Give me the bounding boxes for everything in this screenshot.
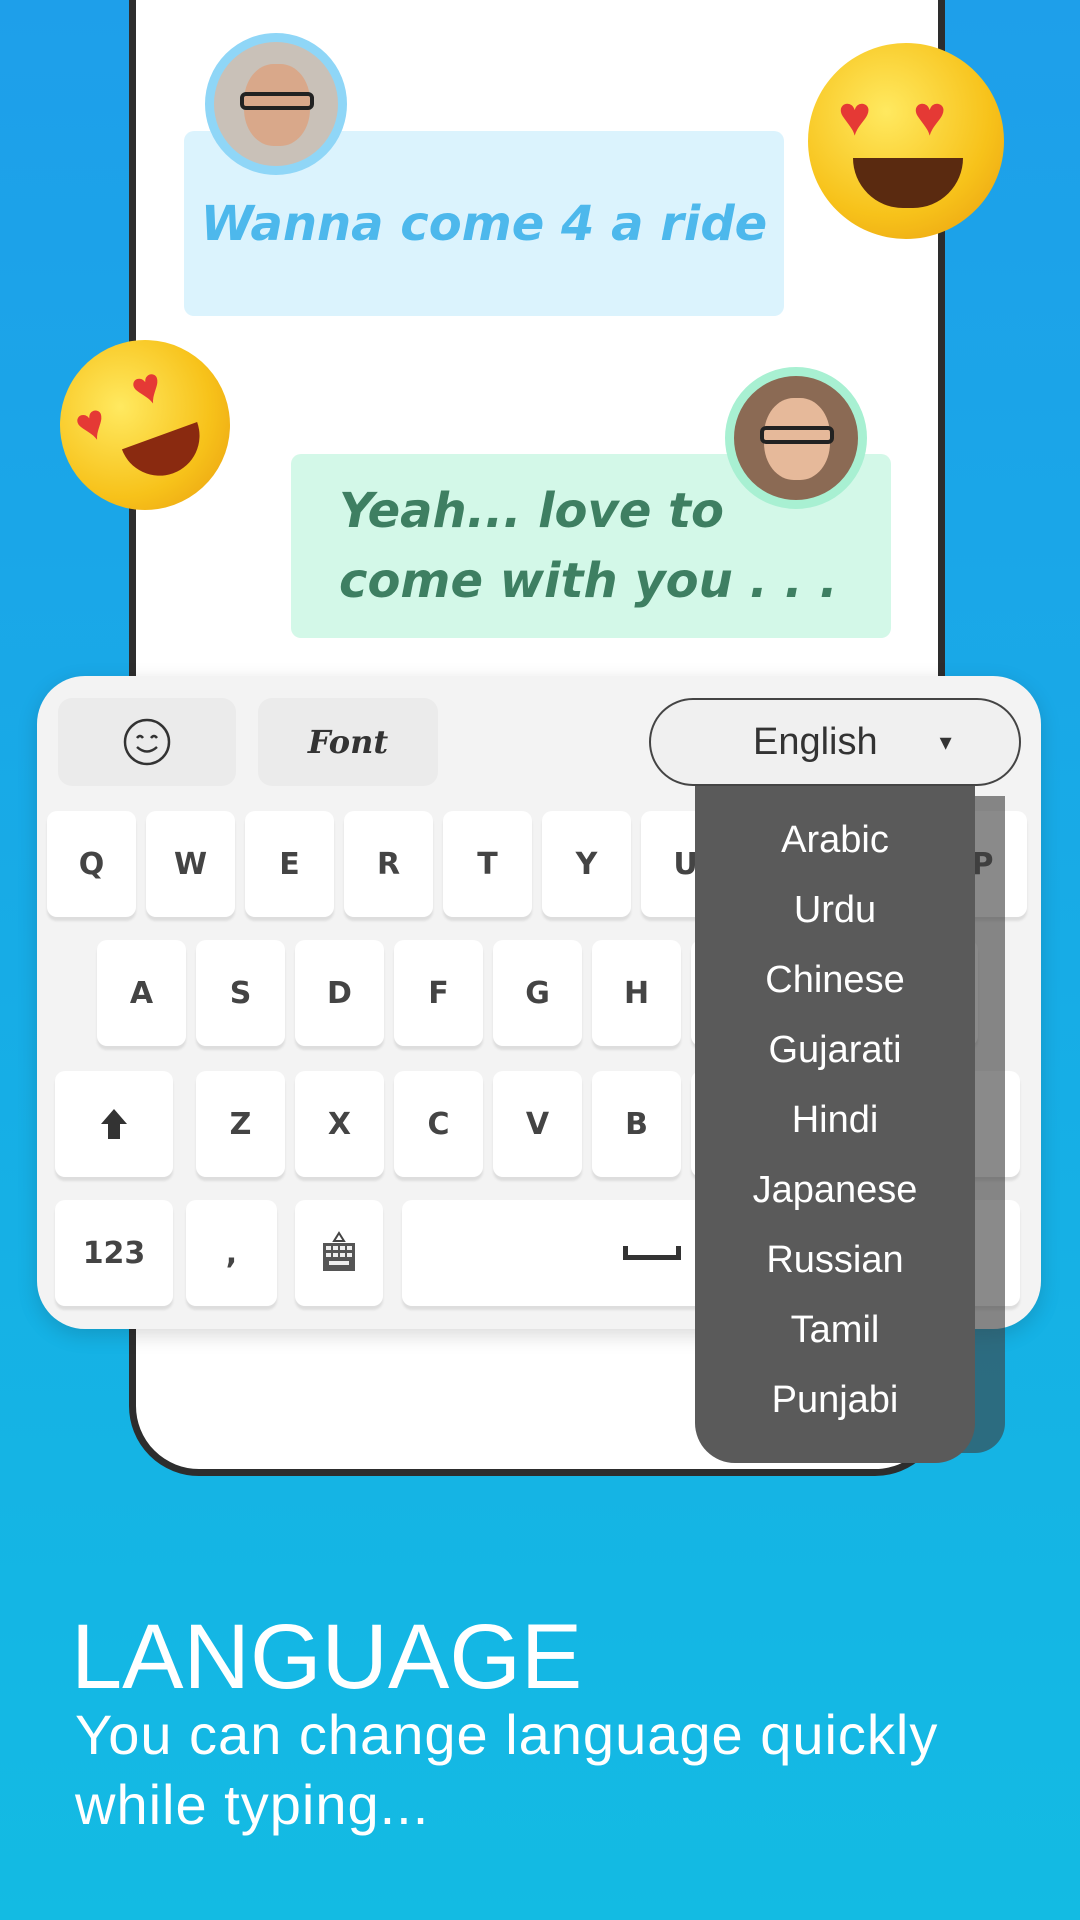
shift-key[interactable] bbox=[55, 1071, 173, 1177]
language-option-japanese[interactable]: Japanese bbox=[695, 1155, 975, 1225]
comma-key[interactable]: , bbox=[186, 1200, 277, 1306]
key-s[interactable]: S bbox=[196, 940, 285, 1046]
keyboard-switch-key[interactable] bbox=[295, 1200, 383, 1306]
language-dropdown[interactable]: English ▾ bbox=[649, 698, 1021, 786]
language-option-chinese[interactable]: Chinese bbox=[695, 945, 975, 1015]
numbers-key[interactable]: 123 bbox=[55, 1200, 173, 1306]
language-option-tamil[interactable]: Tamil bbox=[695, 1295, 975, 1365]
key-w[interactable]: W bbox=[146, 811, 235, 917]
selected-language: English bbox=[753, 720, 878, 763]
language-option-hindi[interactable]: Hindi bbox=[695, 1085, 975, 1155]
language-option-arabic[interactable]: Arabic bbox=[695, 805, 975, 875]
keyboard-icon bbox=[323, 1231, 355, 1271]
key-q[interactable]: Q bbox=[47, 811, 136, 917]
key-f[interactable]: F bbox=[394, 940, 483, 1046]
key-v[interactable]: V bbox=[493, 1071, 582, 1177]
key-r[interactable]: R bbox=[344, 811, 433, 917]
key-t[interactable]: T bbox=[443, 811, 532, 917]
key-h[interactable]: H bbox=[592, 940, 681, 1046]
key-x[interactable]: X bbox=[295, 1071, 384, 1177]
key-e[interactable]: E bbox=[245, 811, 334, 917]
smiley-icon bbox=[123, 718, 171, 766]
promo-title: LANGUAGE bbox=[71, 1606, 583, 1708]
avatar-woman bbox=[725, 367, 867, 509]
language-option-russian[interactable]: Russian bbox=[695, 1225, 975, 1295]
space-bar-icon bbox=[623, 1246, 681, 1260]
message-text: Wanna come 4 a ride bbox=[200, 195, 768, 252]
language-option-gujarati[interactable]: Gujarati bbox=[695, 1015, 975, 1085]
subtitle-line: You can change language quickly bbox=[75, 1703, 939, 1766]
font-button[interactable]: Font bbox=[258, 698, 438, 786]
key-c[interactable]: C bbox=[394, 1071, 483, 1177]
shift-arrow-icon bbox=[101, 1109, 127, 1139]
key-z[interactable]: Z bbox=[196, 1071, 285, 1177]
key-d[interactable]: D bbox=[295, 940, 384, 1046]
key-y[interactable]: Y bbox=[542, 811, 631, 917]
key-a[interactable]: A bbox=[97, 940, 186, 1046]
message-text-line: come with you . . . bbox=[339, 553, 838, 609]
key-g[interactable]: G bbox=[493, 940, 582, 1046]
heart-eyes-emoji-icon: ♥ ♥ bbox=[808, 43, 1004, 239]
language-menu: Arabic Urdu Chinese Gujarati Hindi Japanese Ru… bbox=[695, 786, 975, 1463]
language-option-punjabi[interactable]: Punjabi bbox=[695, 1365, 975, 1435]
avatar-man bbox=[205, 33, 347, 175]
language-option-urdu[interactable]: Urdu bbox=[695, 875, 975, 945]
dropdown-arrow-icon: ▾ bbox=[939, 728, 952, 756]
subtitle-line: while typing... bbox=[75, 1773, 430, 1836]
emoji-button[interactable] bbox=[58, 698, 236, 786]
promo-subtitle: You can change language quickly while ty… bbox=[75, 1700, 938, 1840]
key-b[interactable]: B bbox=[592, 1071, 681, 1177]
